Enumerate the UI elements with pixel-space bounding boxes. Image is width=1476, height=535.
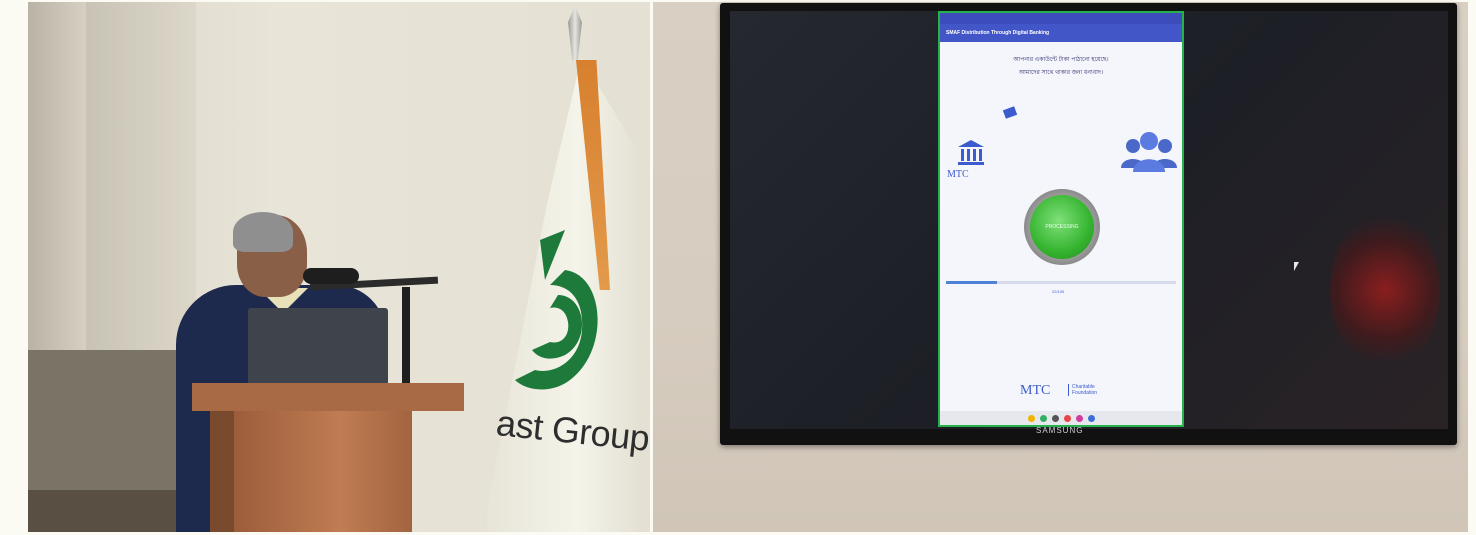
podium-side [210, 410, 234, 532]
message-line-2: আমাদের সাথে থাকার জন্য ধন্যবাদ। [1018, 70, 1104, 76]
processing-button[interactable]: PROCESSING [1030, 195, 1094, 259]
status-bar [940, 13, 1182, 24]
footer-logo-subtitle: Charitable Foundation [1068, 384, 1097, 396]
progress-label: 22/100 [1052, 289, 1065, 294]
app-icon[interactable] [1063, 414, 1071, 422]
app-title: SMAF Distribution Through Digital Bankin… [940, 24, 1182, 42]
mobile-app-screen: SMAF Distribution Through Digital Bankin… [938, 11, 1184, 427]
footer-logo: MTC [1020, 383, 1051, 398]
app-icon[interactable] [1039, 414, 1047, 422]
money-transfer-icon [1002, 106, 1018, 119]
screen-reflection [1330, 210, 1440, 370]
message-line-1: আপনার একাউন্টে টাকা পাঠানো হয়েছে। [1013, 57, 1109, 63]
users-group-icon [1121, 132, 1177, 172]
app-icon[interactable] [1051, 414, 1059, 422]
app-icon[interactable] [1075, 414, 1083, 422]
floor [28, 490, 198, 532]
podium-top [192, 383, 464, 411]
progress-fill [946, 281, 997, 284]
progress-bar [946, 281, 1176, 284]
taskbar [940, 411, 1182, 425]
tv-brand: SAMSUNG [1036, 426, 1084, 435]
footer-sub-line-2: Foundation [1072, 390, 1098, 396]
microphone [303, 268, 359, 284]
mouse-cursor-icon [1294, 262, 1299, 271]
podium [234, 410, 412, 532]
bank-icon [958, 140, 984, 165]
brand-logo-small: MTC [947, 169, 969, 180]
wall-pillar [28, 2, 86, 352]
company-logo-icon [515, 230, 598, 390]
laptop [248, 308, 388, 390]
app-icon[interactable] [1087, 414, 1095, 422]
photo-scene: ast Group SAMSUNG SMAF Distribution Thro… [0, 0, 1476, 535]
speaker-hair [233, 212, 293, 252]
app-icon[interactable] [1027, 414, 1035, 422]
